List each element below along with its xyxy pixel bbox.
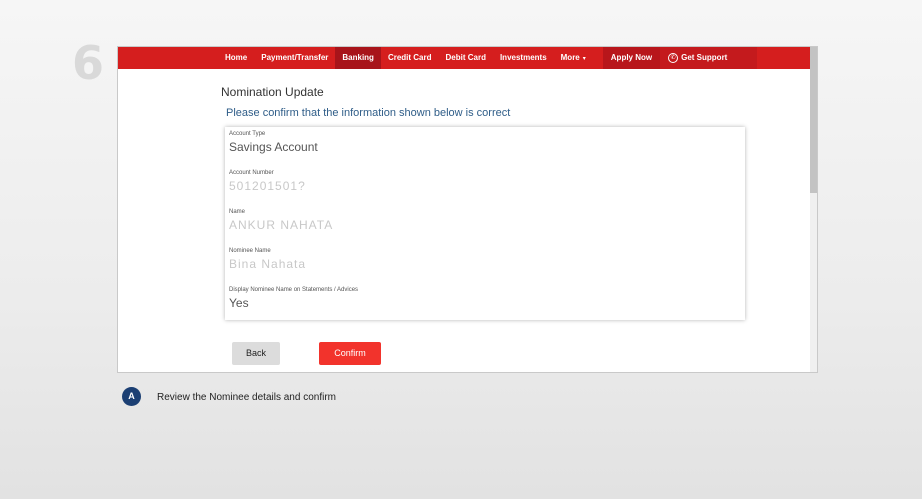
field-label: Name: [229, 209, 246, 215]
field-label: Display Nominee Name on Statements / Adv…: [229, 287, 359, 293]
field-account-number: Account Number 501201501?: [229, 170, 741, 209]
field-label: Nominee Name: [229, 248, 271, 254]
nav-investments[interactable]: Investments: [493, 47, 554, 69]
nav-home[interactable]: Home: [218, 47, 254, 69]
browser-frame: Home Payment/Transfer Banking Credit Car…: [117, 46, 818, 373]
annotation-badge: A: [122, 387, 141, 406]
annotation-text: Review the Nominee details and confirm: [157, 392, 336, 403]
field-value: Bina Nahata: [229, 257, 307, 271]
confirm-prompt: Please confirm that the information show…: [226, 107, 511, 119]
nav-banking[interactable]: Banking: [335, 47, 381, 69]
field-display-nominee: Display Nominee Name on Statements / Adv…: [229, 287, 741, 326]
nav-debit-card[interactable]: Debit Card: [439, 47, 493, 69]
get-support-button[interactable]: ✆ Get Support: [660, 47, 758, 69]
field-value: ANKUR NAHATA: [229, 218, 334, 232]
chevron-down-icon: ▾: [582, 56, 586, 62]
field-value: Savings Account: [229, 140, 318, 154]
field-label: Account Number: [229, 170, 274, 176]
field-label: Account Type: [229, 131, 266, 137]
get-support-label: Get Support: [681, 53, 728, 62]
top-navbar: Home Payment/Transfer Banking Credit Car…: [118, 47, 812, 69]
scrollbar[interactable]: [810, 47, 817, 372]
step-number: 6: [72, 36, 105, 90]
nav-more[interactable]: More ▾: [554, 47, 593, 69]
field-value: 501201501?: [229, 179, 306, 193]
nav-payment-transfer[interactable]: Payment/Transfer: [254, 47, 335, 69]
back-button[interactable]: Back: [232, 342, 280, 365]
scrollbar-thumb[interactable]: [810, 47, 817, 193]
nav-more-label: More: [560, 53, 580, 62]
details-card: Account Type Savings Account Account Num…: [225, 127, 745, 320]
page-title: Nomination Update: [221, 85, 324, 99]
field-value: Yes: [229, 296, 249, 310]
confirm-button[interactable]: Confirm: [319, 342, 381, 365]
field-account-type: Account Type Savings Account: [229, 131, 741, 170]
field-nominee-name: Nominee Name Bina Nahata: [229, 248, 741, 287]
apply-now-button[interactable]: Apply Now: [602, 47, 661, 69]
nav-credit-card[interactable]: Credit Card: [381, 47, 439, 69]
field-name: Name ANKUR NAHATA: [229, 209, 741, 248]
phone-icon: ✆: [668, 53, 679, 63]
